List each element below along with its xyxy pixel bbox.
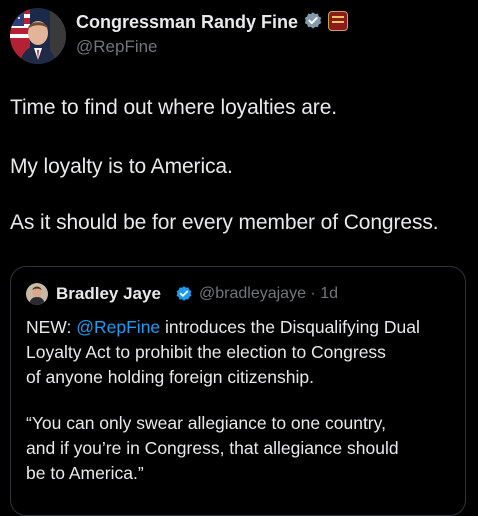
tweet-text-line-1: Time to find out where loyalties are. bbox=[10, 96, 338, 119]
quoted-text-line-3: of anyone holding foreign citizenship. bbox=[26, 367, 314, 387]
author-handle[interactable]: @RepFine bbox=[76, 37, 158, 57]
quoted-text-line-4: “You can only swear allegiance to one co… bbox=[26, 413, 386, 433]
quoted-text-line-6: be to America.” bbox=[26, 463, 144, 483]
quoted-text-line-2: Loyalty Act to prohibit the election to … bbox=[26, 342, 386, 362]
quoted-text-line-1: NEW: @RepFine introduces the Disqualifyi… bbox=[26, 317, 420, 338]
quoted-tweet-card[interactable]: Bradley Jaye @bradleyajaye · 1d NEW: @Re… bbox=[10, 266, 466, 516]
quoted-text-prefix: NEW: bbox=[26, 317, 77, 337]
author-avatar-image bbox=[10, 8, 66, 64]
tweet-text-line-3: As it should be for every member of Cong… bbox=[10, 211, 439, 234]
author-display-name[interactable]: Congressman Randy Fine bbox=[76, 12, 298, 33]
quoted-verified-badge-icon bbox=[176, 286, 192, 301]
verified-badge-icon bbox=[304, 12, 322, 29]
quoted-text-line-5: and if you’re in Congress, that allegian… bbox=[26, 438, 399, 458]
author-avatar[interactable] bbox=[10, 8, 66, 64]
tweet-text-line-2: My loyalty is to America. bbox=[10, 155, 233, 178]
quoted-avatar-image bbox=[26, 283, 48, 305]
government-affiliation-badge-icon[interactable] bbox=[328, 11, 348, 31]
mention-link[interactable]: @RepFine bbox=[76, 317, 160, 337]
quoted-text-suffix: introduces the Disqualifying Dual bbox=[160, 317, 420, 337]
tweet: Congressman Randy Fine @RepFine Time to … bbox=[0, 0, 478, 516]
quoted-author-name[interactable]: Bradley Jaye bbox=[56, 284, 161, 304]
quoted-handle-and-time[interactable]: @bradleyajaye · 1d bbox=[199, 285, 338, 303]
quoted-author-avatar bbox=[26, 283, 48, 305]
